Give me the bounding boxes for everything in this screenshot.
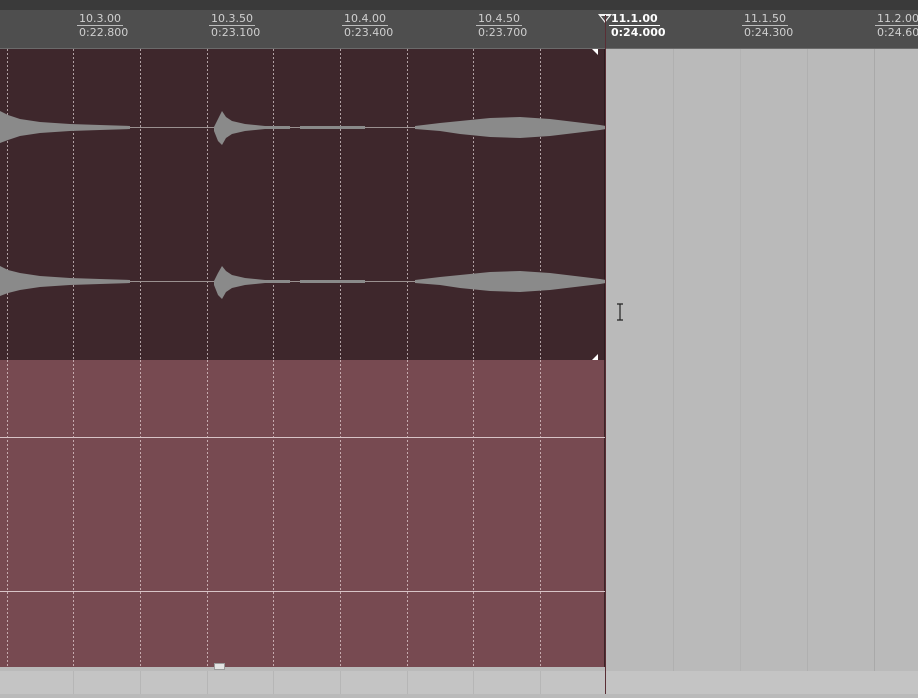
ruler-bar-label: 11.1.50 (742, 12, 788, 26)
text-cursor-icon (617, 303, 623, 321)
ruler-bar-label: 11.2.00 (875, 12, 918, 26)
ruler-bar-label: 10.3.50 (209, 12, 255, 26)
midi-clip[interactable] (0, 360, 606, 667)
ruler-time-label: 0:23.700 (478, 26, 528, 39)
clip-resize-handle-icon[interactable] (214, 663, 225, 670)
ruler-time-label: 0:24.300 (744, 26, 794, 39)
midi-clip-grid (0, 360, 606, 667)
ruler-marker[interactable]: 10.4.00 0:23.400 (342, 12, 395, 39)
ruler-marker[interactable]: 11.2.00 0:24.600 (875, 12, 918, 39)
ruler-bar-label: 11.1.00 (609, 12, 660, 26)
bottom-strip (0, 671, 918, 694)
ruler-time-label: 0:24.000 (611, 26, 666, 39)
ruler-marker[interactable]: 10.3.00 0:22.800 (77, 12, 130, 39)
ruler-marker[interactable]: 11.1.50 0:24.300 (742, 12, 795, 39)
ruler-bar-label: 10.4.50 (476, 12, 522, 26)
ruler-time-label: 0:23.400 (344, 26, 394, 39)
timeline-ruler[interactable]: 10.3.00 0:22.800 10.3.50 0:23.100 10.4.0… (0, 10, 918, 49)
ruler-marker-current[interactable]: 11.1.00 0:24.000 (609, 12, 668, 39)
clip-corner-handle-icon (592, 49, 598, 55)
ruler-marker[interactable]: 10.3.50 0:23.100 (209, 12, 262, 39)
audio-clip-waveform (0, 49, 606, 360)
track-lane[interactable] (0, 49, 918, 671)
ruler-time-label: 0:22.800 (79, 26, 129, 39)
ruler-time-label: 0:24.600 (877, 26, 918, 39)
playhead-line[interactable] (605, 15, 606, 694)
ruler-marker[interactable]: 10.4.50 0:23.700 (476, 12, 529, 39)
bottom-strip-gridlines (73, 671, 541, 694)
top-strip (0, 0, 918, 10)
audio-clip[interactable] (0, 49, 606, 360)
ruler-time-label: 0:23.100 (211, 26, 261, 39)
ruler-bar-label: 10.3.00 (77, 12, 123, 26)
ruler-bar-label: 10.4.00 (342, 12, 388, 26)
